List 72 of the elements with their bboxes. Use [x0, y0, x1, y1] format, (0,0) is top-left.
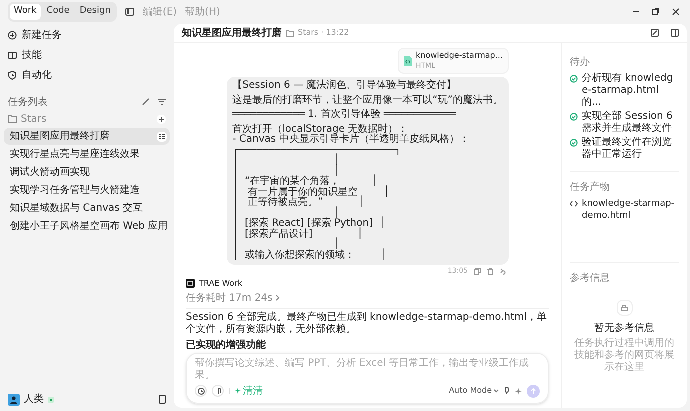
section-title: 任务列表	[8, 96, 49, 110]
code-icon	[570, 201, 578, 207]
agent-logo-icon	[186, 279, 195, 288]
task-item[interactable]: 创建小王子风格星空画布 Web 应用	[4, 218, 170, 235]
task-item[interactable]: 知识星图应用最终打磨	[4, 128, 170, 145]
section-title: 任务产物	[570, 180, 611, 195]
avatar-icon[interactable]	[8, 394, 20, 406]
mode-tab[interactable]: Work	[10, 4, 41, 20]
add-icon[interactable]	[157, 114, 166, 124]
mode-tab[interactable]: Code	[42, 4, 74, 20]
sidebar-item[interactable]: 新建任务	[22, 28, 62, 42]
shield-clock-icon	[8, 70, 17, 80]
todo-item: 分析现有 knowledge-starmap.html 的...	[582, 73, 674, 109]
message-line: 【Session 6 — 魔法润色、引导体验与最终交付】	[232, 81, 458, 92]
task-item[interactable]: 实现学习任务管理与火箭建造	[4, 182, 170, 199]
section-heading: 已实现的增强功能	[186, 338, 267, 352]
filter-icon[interactable]	[158, 98, 166, 106]
mode-tab[interactable]: Design	[76, 4, 115, 20]
message-line: 首次打开（localStorage 无数据时）：	[232, 124, 408, 134]
panel-toggle-icon[interactable]	[671, 29, 679, 37]
task-meta: Stars · 13:22	[298, 27, 350, 39]
task-title: 知识星图应用最终打磨	[182, 26, 282, 40]
new-task-icon	[8, 30, 17, 40]
copy-icon[interactable]	[474, 268, 481, 275]
message-line: ┌──────────────────────────┐	[232, 146, 402, 156]
html-file-icon	[404, 56, 412, 66]
attach-button[interactable]	[212, 385, 224, 397]
chevron-right-icon[interactable]	[276, 295, 280, 301]
caret-down-icon	[494, 389, 499, 393]
user-name[interactable]: 人类	[24, 392, 44, 407]
agent-name: TRAE Work	[199, 278, 242, 290]
summary-text: Session 6 全部完成。最终产物已生成到 knowledge-starmap-demo.html，单个文件，所有资源内嵌，无外部依赖。	[186, 312, 548, 336]
restore-icon[interactable]	[652, 8, 660, 16]
empty-state-icon	[616, 300, 632, 316]
task-item[interactable]: 实现行星点亮与星座连线效果	[4, 146, 170, 163]
paperclip-icon	[216, 388, 220, 394]
sparkle-icon[interactable]	[515, 388, 522, 394]
mode-dropdown[interactable]: Auto Mode	[449, 385, 499, 397]
skills-icon	[8, 50, 17, 60]
section-title: 参考信息	[570, 272, 611, 286]
expand-icon[interactable]	[651, 29, 659, 37]
undo-icon[interactable]	[500, 268, 507, 275]
task-duration[interactable]: 任务耗时 17m 24s	[186, 290, 273, 306]
message-line: 这是最后的打磨环节，让整个应用像一本可以“玩”的魔法书。	[232, 96, 503, 106]
empty-state-title: 暂无参考信息	[594, 322, 654, 336]
message-line: │ 或输入你想探索的领域： │	[232, 250, 388, 261]
sidebar-toggle-icon[interactable]	[124, 7, 135, 17]
file-name: knowledge-starmap...	[416, 51, 503, 61]
message-line: ════════════ 1. 首次引导体验 ════════════	[232, 110, 458, 120]
delete-icon[interactable]	[487, 268, 494, 275]
collapse-icon[interactable]	[142, 98, 150, 106]
section-title: 待办	[570, 56, 591, 70]
task-item[interactable]: 知识星域数据与 Canvas 交互	[4, 200, 170, 217]
clock-icon	[198, 388, 204, 394]
sidebar-item[interactable]: 技能	[22, 48, 42, 62]
history-button[interactable]	[195, 385, 207, 397]
message-line: - Canvas 中央显示引导卡片（半透明羊皮纸风格）：	[232, 135, 470, 146]
sparkle-icon	[235, 388, 241, 394]
folder-icon	[286, 30, 294, 36]
sidebar-item[interactable]: 自动化	[22, 68, 52, 82]
phone-icon[interactable]	[159, 395, 166, 404]
todo-item: 实现全部 Session 6 需求并生成最终文件	[582, 111, 674, 135]
output-file[interactable]: knowledge-starmap-demo.html	[582, 198, 679, 222]
microphone-icon[interactable]	[504, 387, 510, 395]
arrow-up-icon	[531, 388, 536, 394]
todo-item: 验证最终文件在浏览器中正常运行	[582, 137, 673, 161]
task-item[interactable]: 调试火箭动画实现	[4, 164, 170, 181]
list-icon[interactable]	[157, 132, 167, 142]
status-badge-icon	[48, 396, 54, 402]
folder-icon	[8, 115, 17, 123]
empty-state-text: 任务执行过程中调用的技能和参考的网页将展示在这里	[574, 338, 676, 374]
close-icon[interactable]	[672, 8, 680, 16]
